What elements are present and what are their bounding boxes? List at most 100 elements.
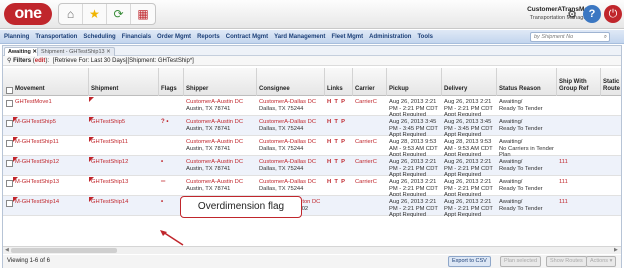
nav-financials[interactable]: Financials bbox=[122, 34, 151, 40]
scroll-right-icon[interactable]: ▶ bbox=[614, 247, 618, 253]
shipment-link[interactable]: GHTestShip13 bbox=[91, 179, 128, 186]
consignee-link[interactable]: CustomerA-Dallas DC Dallas, TX 75244 bbox=[259, 159, 316, 172]
table-row[interactable]: M-GHTestShip5 GHTestShip5 ? • CustomerA-… bbox=[3, 116, 621, 138]
table-row[interactable]: M-GHTestShip12 GHTestShip12 • CustomerA-… bbox=[3, 156, 621, 178]
carrier-link[interactable]: CarrierC bbox=[355, 159, 377, 166]
nav-planning[interactable]: Planning bbox=[4, 34, 29, 40]
shipment-flags[interactable]: • bbox=[161, 159, 163, 165]
row-checkbox[interactable] bbox=[6, 180, 13, 187]
col-pickup[interactable]: Pickup bbox=[389, 86, 409, 93]
col-consignee[interactable]: Consignee bbox=[259, 86, 290, 93]
nav-reports[interactable]: Reports bbox=[197, 34, 220, 40]
shipment-link[interactable]: GHTestShip5 bbox=[91, 119, 125, 126]
filters-edit-link[interactable]: edit bbox=[35, 58, 46, 64]
nav-contract-mgmt[interactable]: Contract Mgmt bbox=[226, 34, 268, 40]
col-status-reason[interactable]: Status Reason bbox=[499, 86, 541, 93]
row-checkbox[interactable] bbox=[6, 140, 13, 147]
nav-administration[interactable]: Administration bbox=[369, 34, 411, 40]
links-htp[interactable]: H T P bbox=[327, 159, 346, 166]
consignee-link[interactable]: CustomerA-Dallas DC Dallas, TX 75244 bbox=[259, 139, 316, 152]
table-row[interactable]: M-GHTestShip13 GHTestShip13 ═ CustomerA-… bbox=[3, 176, 621, 198]
ship-with-link[interactable]: 111 bbox=[559, 179, 568, 186]
col-carrier[interactable]: Carrier bbox=[355, 86, 375, 93]
row-checkbox[interactable] bbox=[6, 100, 13, 107]
nav-scheduling[interactable]: Scheduling bbox=[83, 34, 115, 40]
row-checkbox[interactable] bbox=[6, 120, 13, 127]
table-row[interactable]: M-GHTestShip14 GHTestShip14 • A-Houston … bbox=[3, 196, 621, 219]
col-shipment[interactable]: Shipment bbox=[91, 86, 118, 93]
refresh-icon[interactable]: ⟳ bbox=[107, 4, 131, 24]
tab-shipment-detail[interactable]: Shipment - GHTestShip13 ✕ bbox=[37, 47, 115, 56]
col-static-route[interactable]: Static Route bbox=[603, 79, 621, 93]
shipment-link[interactable]: GHTestShip11 bbox=[91, 139, 128, 146]
nav-transportation[interactable]: Transportation bbox=[35, 34, 77, 40]
col-shipper[interactable]: Shipper bbox=[186, 86, 208, 93]
movement-link[interactable]: M-GHTestShip13 bbox=[15, 179, 59, 186]
consignee-link[interactable]: CustomerA-Dallas DC Dallas, TX 75244 bbox=[259, 179, 316, 192]
table-row[interactable]: M-GHTestShip11 GHTestShip11 CustomerA-Au… bbox=[3, 136, 621, 158]
links-htp[interactable]: H T P bbox=[327, 139, 346, 146]
movement-link[interactable]: M-GHTestShip11 bbox=[15, 139, 59, 146]
tab-awaiting[interactable]: Awaiting ✕ bbox=[4, 47, 41, 56]
col-movement[interactable]: Movement bbox=[15, 86, 45, 93]
search-icon[interactable]: ⌕ bbox=[604, 33, 607, 41]
show-routes-button[interactable]: Show Routes bbox=[546, 256, 587, 267]
shipper-link[interactable]: CustomerA-Austin DC Austin, TX 78741 bbox=[186, 139, 243, 152]
ship-with-link[interactable]: 111 bbox=[559, 159, 568, 166]
export-csv-button[interactable]: Export to CSV bbox=[448, 256, 491, 267]
logo[interactable]: one bbox=[4, 3, 52, 25]
help-icon[interactable]: ? bbox=[583, 5, 601, 23]
grid-footer: Viewing 1-6 of 6 Export to CSV Plan sele… bbox=[3, 255, 621, 268]
status-cell: Awaiting/Ready To Tender bbox=[499, 99, 543, 112]
shipper-link[interactable]: CustomerA-Austin DC Austin, TX 78741 bbox=[186, 159, 243, 172]
consignee-link[interactable]: CustomerA-Dallas DC Dallas, TX 75244 bbox=[259, 99, 316, 112]
power-icon[interactable]: ⏻ bbox=[604, 5, 622, 23]
ship-with-link[interactable]: 111 bbox=[559, 199, 568, 206]
col-flags[interactable]: Flags bbox=[161, 86, 177, 93]
pickup-cell: Aug 26, 2013 2:21PM - 2:21 PM CDTAppt Re… bbox=[389, 199, 438, 219]
movement-link[interactable]: M-GHTestShip12 bbox=[15, 159, 59, 166]
home-icon[interactable]: ⌂ bbox=[59, 4, 83, 24]
actions-button[interactable]: Actions ▾ bbox=[586, 256, 617, 267]
shipment-flags[interactable]: ? • bbox=[161, 119, 168, 125]
scroll-left-icon[interactable]: ◀ bbox=[5, 247, 9, 253]
nav-yard-management[interactable]: Yard Management bbox=[274, 34, 325, 40]
report-icon[interactable]: ▦ bbox=[131, 4, 155, 24]
movement-link[interactable]: M-GHTestShip5 bbox=[15, 119, 56, 126]
quick-access-toolbar: ⌂ ★ ⟳ ▦ bbox=[58, 3, 156, 25]
select-all-checkbox[interactable] bbox=[6, 87, 13, 94]
shipment-flags[interactable]: • bbox=[161, 199, 163, 205]
plan-selected-button[interactable]: Plan selected bbox=[500, 256, 542, 267]
shipment-link[interactable]: GHTestShip14 bbox=[91, 199, 128, 206]
shipment-link[interactable]: GHTestShip12 bbox=[91, 159, 128, 166]
nav-fleet-mgmt[interactable]: Fleet Mgmt bbox=[331, 34, 363, 40]
row-checkbox[interactable] bbox=[6, 160, 13, 167]
nav-tools[interactable]: Tools bbox=[417, 34, 433, 40]
table-row[interactable]: GHTestMove1 CustomerA-Austin DC Austin, T… bbox=[3, 96, 621, 118]
col-ship-with-group-ref[interactable]: Ship With Group Ref bbox=[559, 79, 599, 93]
scrollbar-thumb[interactable] bbox=[11, 248, 117, 253]
consignee-link[interactable]: CustomerA-Dallas DC Dallas, TX 75244 bbox=[259, 119, 316, 132]
carrier-link[interactable]: CarrierC bbox=[355, 99, 377, 106]
shipper-link[interactable]: CustomerA-Austin DC Austin, TX 78741 bbox=[186, 99, 243, 112]
overdimension-flag-icon[interactable]: ═ bbox=[161, 179, 165, 185]
favorites-star-icon[interactable]: ★ bbox=[83, 4, 107, 24]
links-htp[interactable]: H T P bbox=[327, 119, 346, 126]
shipper-link[interactable]: CustomerA-Austin DC Austin, TX 78741 bbox=[186, 119, 243, 132]
carrier-link[interactable]: CarrierC bbox=[355, 179, 377, 186]
overdimension-callout: Overdimension flag bbox=[180, 196, 302, 218]
shipment-search-input[interactable]: by Shipment No ⌕ bbox=[530, 32, 610, 42]
tools-icon[interactable]: ⚙ bbox=[563, 5, 581, 23]
col-links[interactable]: Links bbox=[327, 86, 343, 93]
horizontal-scrollbar[interactable]: ◀ ▶ bbox=[3, 246, 621, 254]
shipper-link[interactable]: CustomerA-Austin DC Austin, TX 78741 bbox=[186, 179, 243, 192]
links-htp[interactable]: H T P bbox=[327, 99, 346, 106]
row-checkbox[interactable] bbox=[6, 200, 13, 207]
movement-link[interactable]: M-GHTestShip14 bbox=[15, 199, 59, 206]
movement-link[interactable]: GHTestMove1 bbox=[15, 99, 52, 106]
links-htp[interactable]: H T P bbox=[327, 179, 346, 186]
carrier-link[interactable]: CarrierC bbox=[355, 139, 377, 146]
col-delivery[interactable]: Delivery bbox=[444, 86, 467, 93]
close-icon[interactable]: ✕ bbox=[106, 49, 111, 55]
nav-order-mgmt[interactable]: Order Mgmt bbox=[157, 34, 191, 40]
